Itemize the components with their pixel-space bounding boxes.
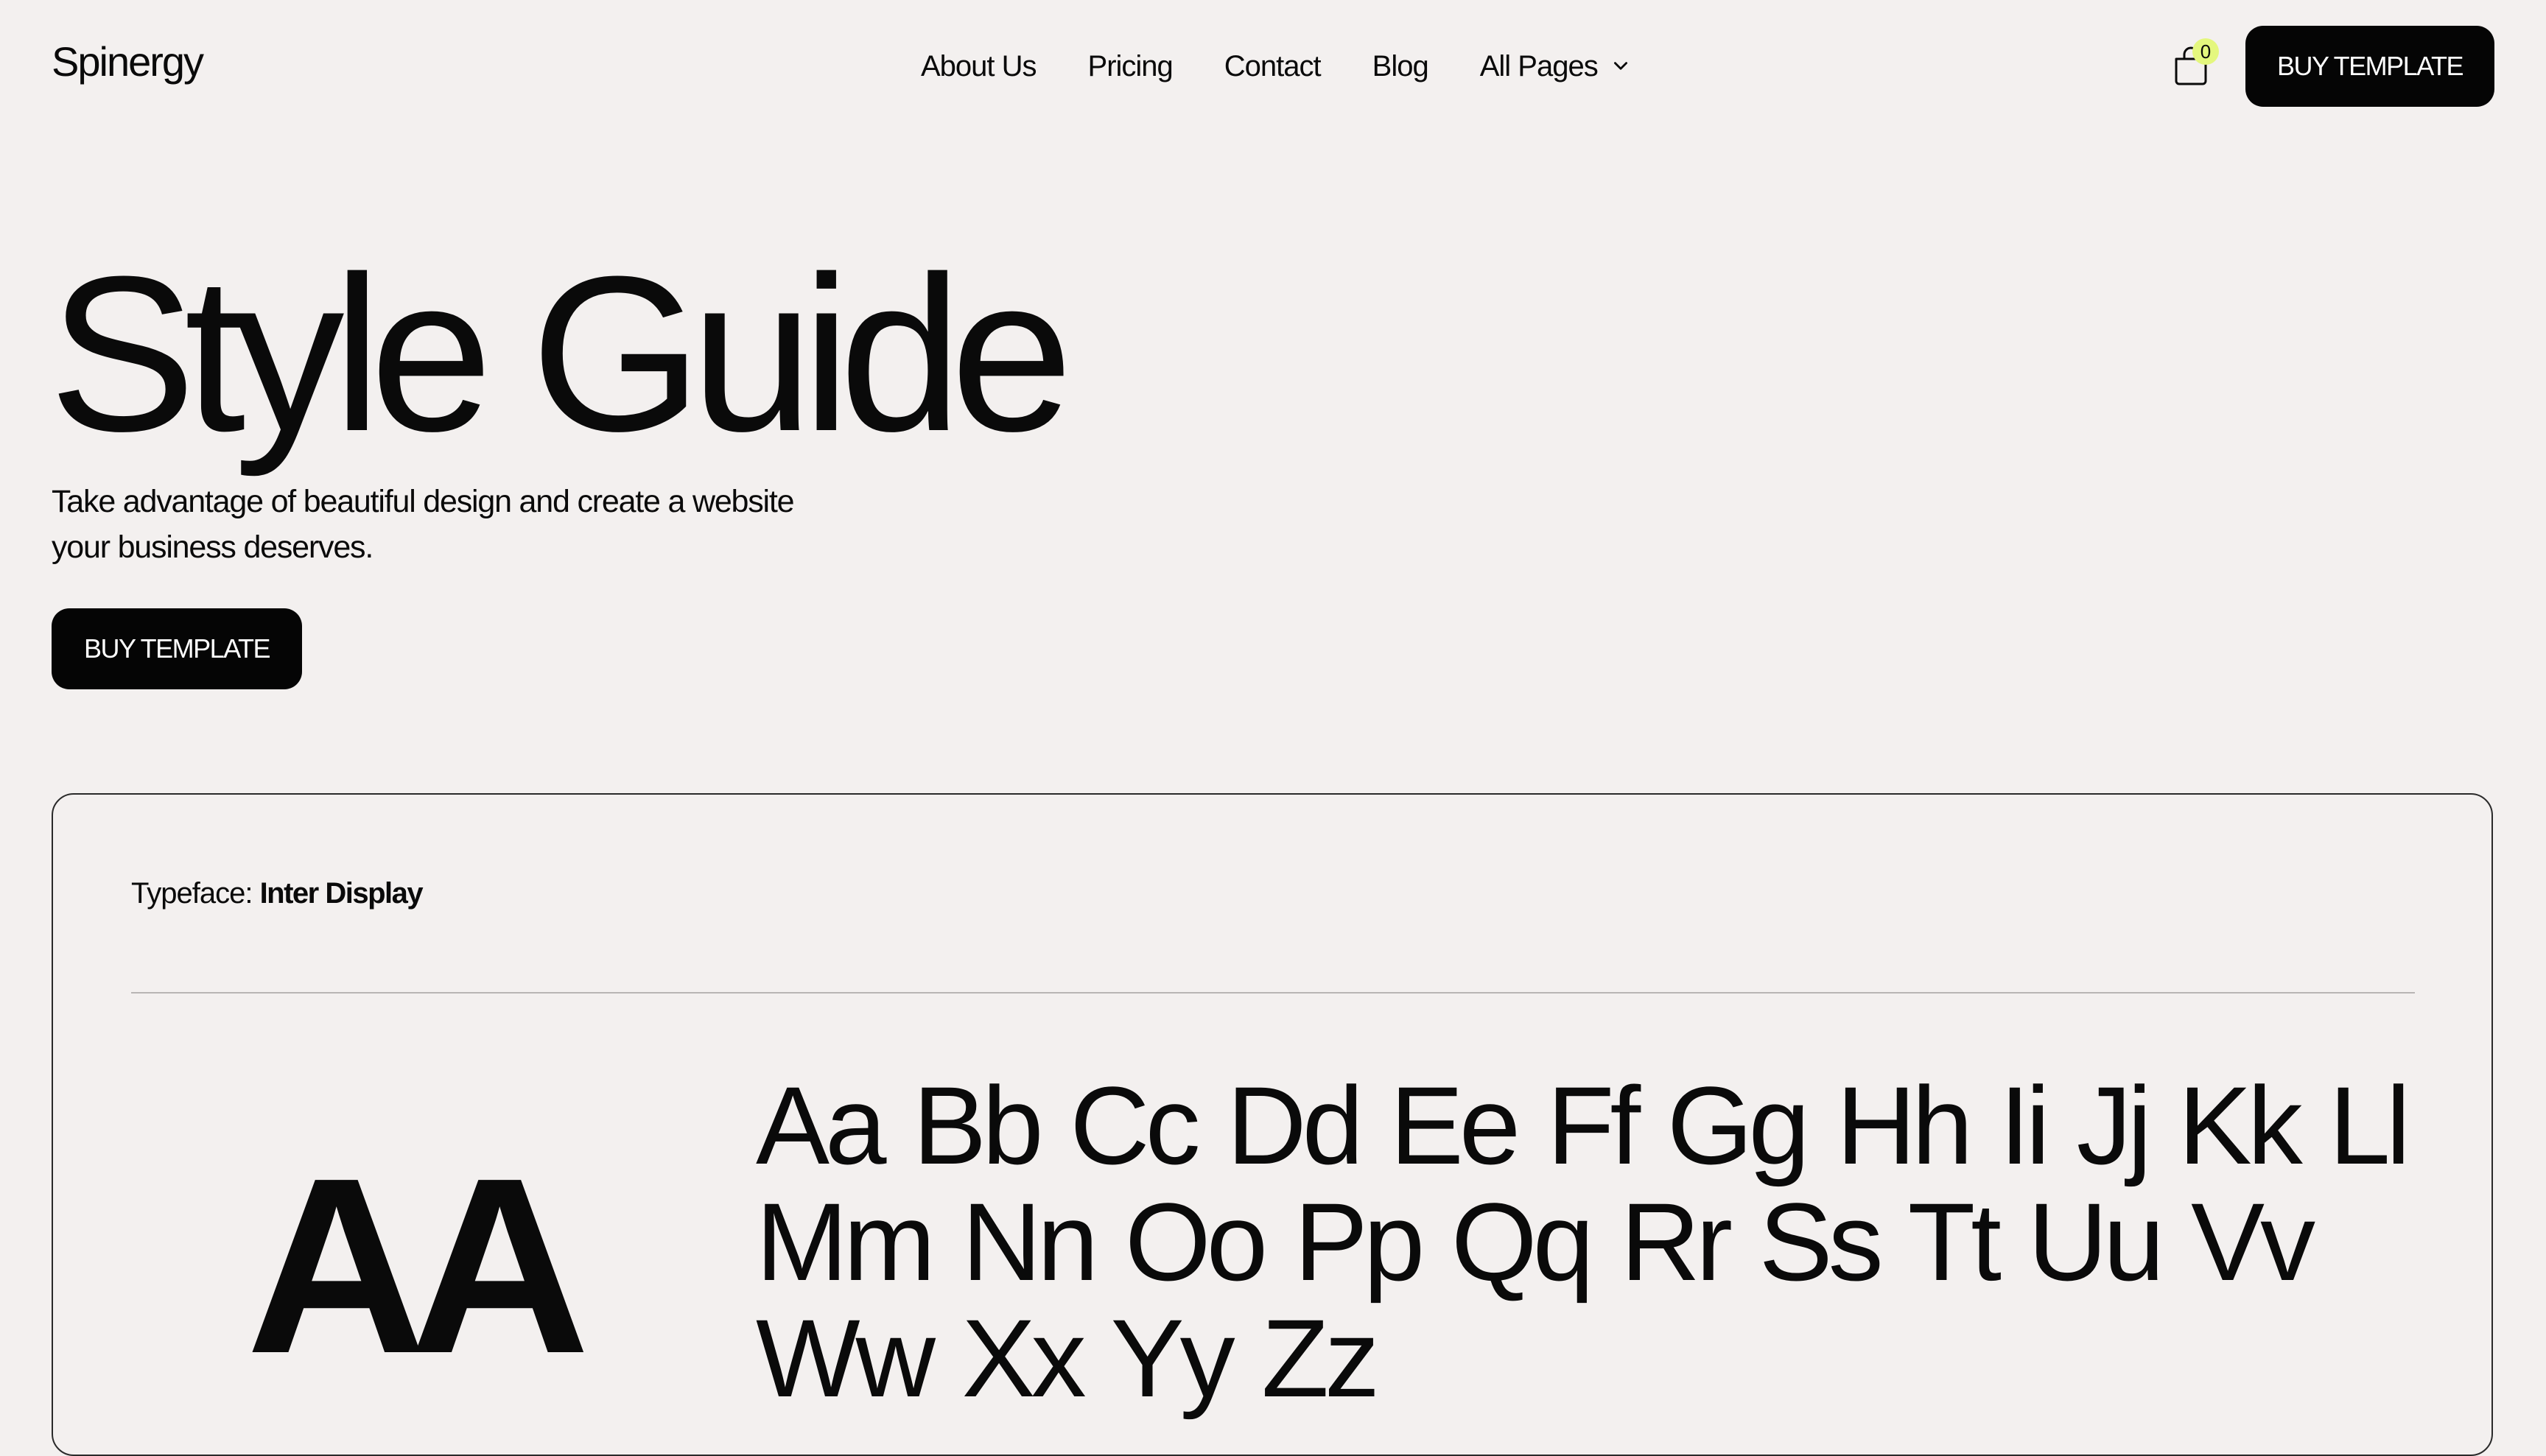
buy-template-button-nav[interactable]: BUY TEMPLATE [2245, 26, 2494, 107]
typeface-label: Typeface: Inter Display [131, 873, 424, 914]
hero-subtitle-line-1: Take advantage of beautiful design and c… [52, 484, 795, 519]
typeface-alphabet: Aa Bb Cc Dd Ee Ff Gg Hh Ii Jj Kk Ll Mm N… [756, 1063, 2410, 1420]
nav-link-pricing[interactable]: Pricing [1088, 46, 1174, 87]
nav-links: About Us Pricing Contact Blog All Pages [921, 46, 1630, 87]
hero-subtitle-line-2: your business deserves. [52, 530, 374, 565]
page-title: Style Guide [49, 230, 1073, 477]
buy-template-button-hero[interactable]: BUY TEMPLATE [52, 608, 302, 689]
nav-dropdown-label: All Pages [1479, 50, 1599, 82]
chevron-down-icon [1613, 62, 1627, 70]
logo[interactable]: Spinergy [52, 38, 204, 85]
typeface-sample-big: AA [246, 1126, 590, 1406]
nav-link-blog[interactable]: Blog [1372, 46, 1429, 87]
cart-count-badge: 0 [2192, 38, 2219, 65]
nav-dropdown-all-pages[interactable]: All Pages [1480, 46, 1630, 87]
nav-link-contact[interactable]: Contact [1224, 46, 1322, 87]
typeface-prefix: Typeface: [131, 877, 260, 910]
navbar: Spinergy About Us Pricing Contact Blog A… [0, 0, 2546, 133]
hero-subtitle: Take advantage of beautiful design and c… [52, 479, 862, 570]
nav-link-about-us[interactable]: About Us [921, 46, 1037, 87]
typeface-card: Typeface: Inter Display AA Aa Bb Cc Dd E… [52, 793, 2493, 1456]
typeface-name: Inter Display [259, 877, 424, 910]
divider [131, 992, 2415, 993]
